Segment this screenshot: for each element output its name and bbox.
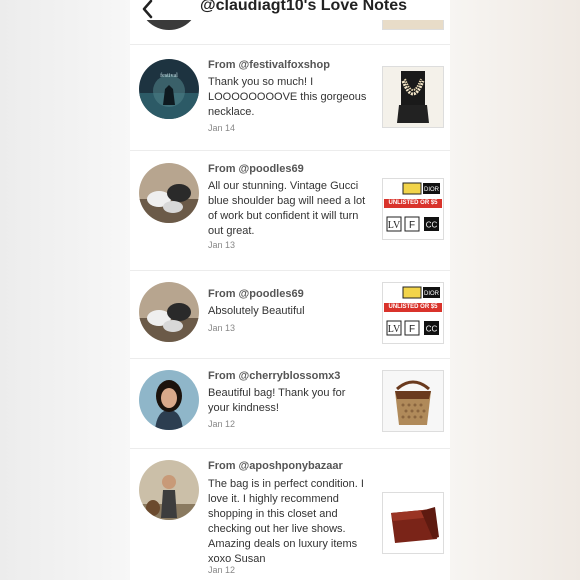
listing-thumbnail[interactable] xyxy=(382,492,444,554)
note-date: Jan 12 xyxy=(208,565,236,575)
svg-text:LV: LV xyxy=(388,324,401,335)
listing-thumbnail[interactable] xyxy=(382,370,444,432)
note-message: Beautiful bag! Thank you for your kindne… xyxy=(208,387,346,414)
note-message: All our stunning. Vintage Gucci blue sho… xyxy=(208,180,366,237)
necklace-image xyxy=(383,67,443,127)
note-message: The bag is in perfect condition. I love … xyxy=(208,478,364,565)
love-notes-screen: @claudiagt10's Love Notes festival From … xyxy=(130,0,450,580)
svg-text:CC: CC xyxy=(426,221,438,230)
love-note[interactable]: From @aposhponybazaar The bag is in perf… xyxy=(130,448,450,580)
love-note[interactable]: From @poodles69 All our stunning. Vintag… xyxy=(130,150,450,271)
avatar-image xyxy=(139,163,199,223)
avatar-image xyxy=(139,460,199,520)
note-date: Jan 12 xyxy=(208,419,236,429)
note-sender[interactable]: From @festivalfoxshop xyxy=(208,59,330,71)
avatar[interactable] xyxy=(139,163,199,223)
listing-thumbnail[interactable]: DIOR LV F CC UNLISTED OR $5 xyxy=(382,178,444,240)
page-title: @claudiagt10's Love Notes xyxy=(200,0,408,14)
back-arrow-icon[interactable] xyxy=(138,0,158,20)
love-note[interactable]: From @cherryblossomx3 Beautiful bag! Tha… xyxy=(130,358,450,449)
avatar-image xyxy=(139,370,199,430)
avatar-image xyxy=(139,282,199,342)
brand-logos-image: DIOR LV F CC xyxy=(383,179,443,239)
bag-image xyxy=(383,493,443,553)
svg-text:festival: festival xyxy=(160,72,178,79)
note-message: Absolutely Beautiful xyxy=(208,305,305,317)
avatar[interactable]: festival xyxy=(139,59,199,119)
left-background xyxy=(0,0,130,580)
svg-text:F: F xyxy=(409,324,415,335)
svg-text:F: F xyxy=(409,220,415,231)
svg-text:CC: CC xyxy=(426,325,438,334)
listing-thumbnail[interactable] xyxy=(382,66,444,128)
thumbnail-label: UNLISTED OR $5 xyxy=(388,200,438,206)
svg-text:DIOR: DIOR xyxy=(424,187,440,193)
top-bar: @claudiagt10's Love Notes xyxy=(130,0,450,20)
brand-logos-image: DIOR LV F CC xyxy=(383,283,443,343)
bag-image xyxy=(383,371,443,431)
love-note[interactable]: festival From @festivalfoxshop Thank you… xyxy=(130,44,450,151)
note-date: Jan 13 xyxy=(208,240,236,250)
note-date: Jan 14 xyxy=(208,123,236,133)
avatar[interactable] xyxy=(139,370,199,430)
note-message: Thank you so much! I LOOOOOOOOVE this go… xyxy=(208,76,367,118)
note-sender[interactable]: From @cherryblossomx3 xyxy=(208,370,340,382)
thumbnail-label: UNLISTED OR $5 xyxy=(388,304,438,310)
love-note[interactable]: From @poodles69 Absolutely Beautiful Jan… xyxy=(130,270,450,359)
note-sender[interactable]: From @poodles69 xyxy=(208,288,304,300)
svg-text:DIOR: DIOR xyxy=(424,291,440,297)
note-date: Jan 13 xyxy=(208,323,236,333)
listing-thumbnail[interactable]: DIOR LV F CC UNLISTED OR $5 xyxy=(382,282,444,344)
avatar[interactable] xyxy=(139,282,199,342)
avatar-image: festival xyxy=(139,59,199,119)
note-sender[interactable]: From @poodles69 xyxy=(208,163,304,175)
svg-text:LV: LV xyxy=(388,220,401,231)
note-sender[interactable]: From @aposhponybazaar xyxy=(208,460,343,472)
right-background xyxy=(450,0,580,580)
avatar[interactable] xyxy=(139,460,199,520)
